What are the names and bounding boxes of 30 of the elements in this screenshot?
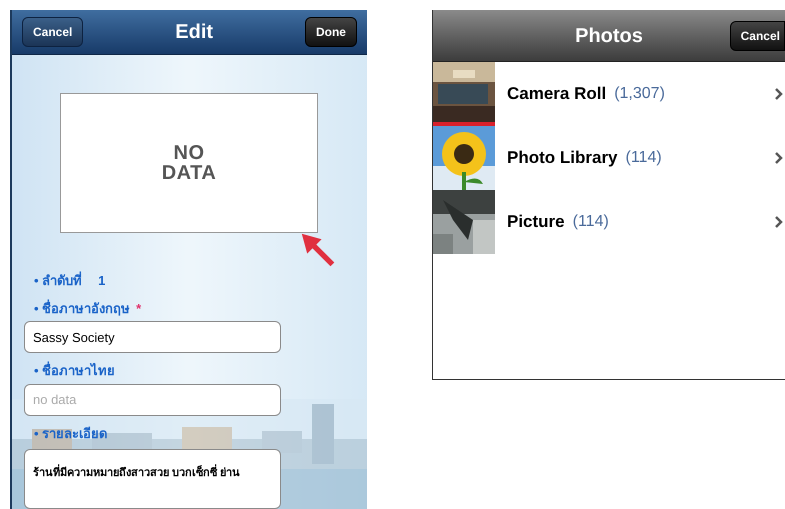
album-name: Picture bbox=[507, 211, 565, 234]
cancel-button[interactable]: Cancel bbox=[22, 17, 84, 47]
text-field[interactable]: no data bbox=[24, 384, 281, 416]
screen-title: Edit bbox=[175, 20, 214, 45]
field-label: • ชื่อภาษาไทย bbox=[34, 361, 116, 380]
album-count: (114) bbox=[572, 212, 609, 232]
no-data-text: DATA bbox=[162, 163, 216, 183]
chevron-icon bbox=[775, 216, 783, 228]
field-label: • ชื่อภาษาอังกฤษ bbox=[34, 298, 130, 318]
text-field[interactable]: Sassy Society bbox=[24, 321, 281, 353]
chevron-icon bbox=[775, 152, 783, 164]
no-data-text: NO bbox=[174, 143, 204, 163]
album-count: (1,307) bbox=[614, 84, 665, 104]
field-label: • ลำดับที่ bbox=[34, 271, 82, 290]
field-value: 1 bbox=[98, 272, 106, 290]
required-mark: * bbox=[136, 300, 142, 318]
done-button[interactable]: Done bbox=[304, 17, 357, 47]
arrow-icon bbox=[300, 232, 336, 268]
chevron-icon bbox=[775, 88, 783, 100]
cancel-button[interactable]: Cancel bbox=[730, 20, 785, 50]
album-name: Camera Roll bbox=[507, 83, 606, 106]
album-row[interactable]: Photo Library (114) bbox=[433, 126, 785, 190]
screen-title: Photos bbox=[575, 24, 643, 48]
text-area[interactable]: ร้านที่มีความหมายถึงสาวสวย บวกเซ็กซี่ ย่าน bbox=[24, 449, 281, 509]
album-count: (114) bbox=[626, 148, 662, 168]
field-label: • รายละเอียด bbox=[34, 424, 108, 442]
image-placeholder[interactable]: NO DATA bbox=[60, 93, 318, 233]
album-row[interactable]: Picture (114) bbox=[433, 190, 785, 254]
album-name: Photo Library bbox=[507, 147, 618, 170]
album-row[interactable]: Camera Roll (1,307) bbox=[433, 62, 785, 126]
